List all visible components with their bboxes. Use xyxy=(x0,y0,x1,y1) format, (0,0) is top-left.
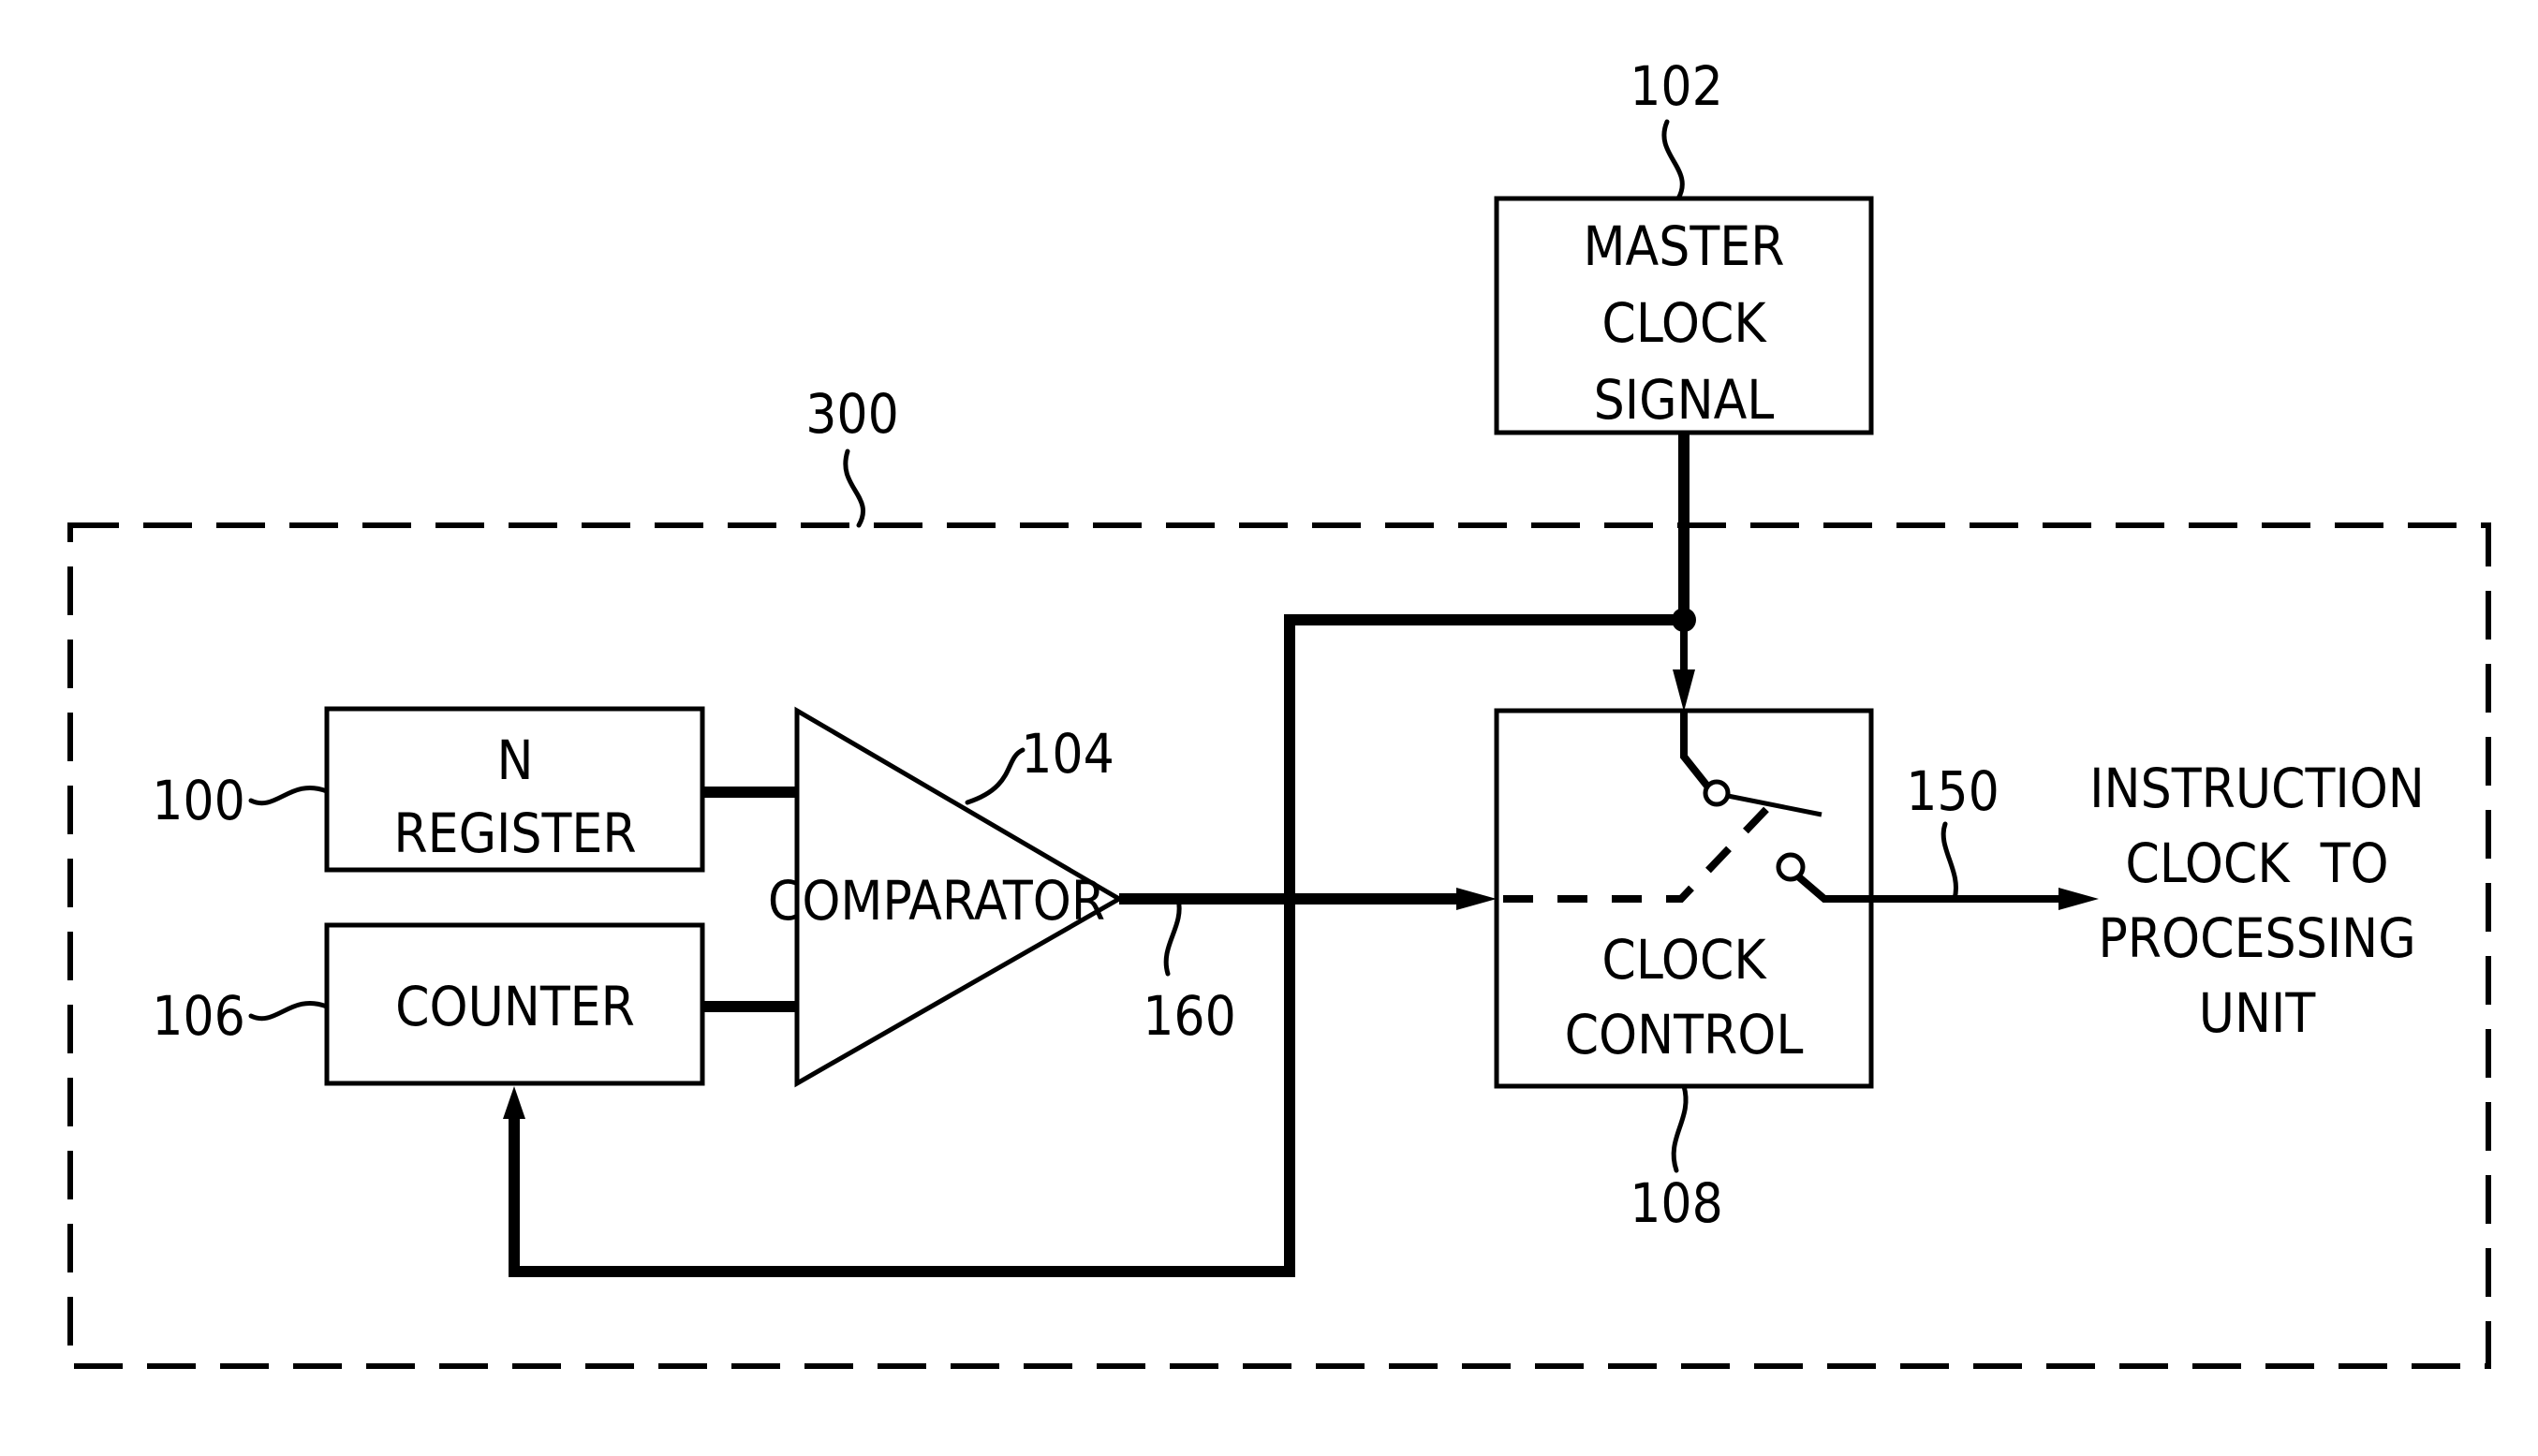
arrowhead-into-clock-control-side xyxy=(1456,888,1497,910)
leader-104 xyxy=(965,747,1026,805)
arrowhead-into-counter xyxy=(503,1086,525,1119)
output-label-2: CLOCK TO xyxy=(2125,831,2388,895)
wire-feedback-to-counter xyxy=(509,614,1684,1277)
leader-150 xyxy=(1940,821,1958,902)
leader-108 xyxy=(1671,1083,1689,1173)
leader-300 xyxy=(843,449,866,528)
counter-label: COUNTER xyxy=(395,975,635,1038)
comparator-label: COMPARATOR xyxy=(768,869,1105,933)
leader-160 xyxy=(1163,896,1182,977)
leader-100 xyxy=(248,785,330,806)
switch-pivot-contact xyxy=(1703,779,1731,807)
clock-control-label-2: CONTROL xyxy=(1565,1003,1804,1066)
ref-160: 160 xyxy=(1143,984,1236,1048)
block-diagram: 300 102 MASTER CLOCK SIGNAL N REGISTER 1… xyxy=(67,54,2491,1369)
ref-300: 300 xyxy=(805,382,899,446)
output-label-3: PROCESSING xyxy=(2098,906,2415,970)
switch-input-wire xyxy=(1680,712,1713,791)
ref-150: 150 xyxy=(1906,759,1999,823)
master-clock-label-1: MASTER xyxy=(1584,214,1785,278)
ref-108: 108 xyxy=(1630,1171,1723,1235)
output-label-4: UNIT xyxy=(2199,981,2317,1045)
master-clock-label-2: CLOCK xyxy=(1601,291,1767,355)
ref-106: 106 xyxy=(152,984,245,1048)
leader-106 xyxy=(248,1000,330,1022)
ref-102: 102 xyxy=(1630,54,1723,118)
clock-control-label-1: CLOCK xyxy=(1601,928,1767,992)
switch-actuator-dashed xyxy=(1503,801,1775,903)
switch-output-wire xyxy=(1795,873,1871,903)
arrowhead-output xyxy=(2058,888,2099,910)
output-label-1: INSTRUCTION xyxy=(2089,757,2425,820)
n-register-label-2: REGISTER xyxy=(393,802,636,865)
arrowhead-into-clock-control xyxy=(1673,669,1695,712)
ref-104: 104 xyxy=(1021,722,1114,786)
leader-102 xyxy=(1661,119,1685,201)
ref-100: 100 xyxy=(152,769,245,832)
master-clock-label-3: SIGNAL xyxy=(1594,368,1775,432)
n-register-label-1: N xyxy=(496,728,533,792)
switch-blade xyxy=(1727,793,1822,817)
